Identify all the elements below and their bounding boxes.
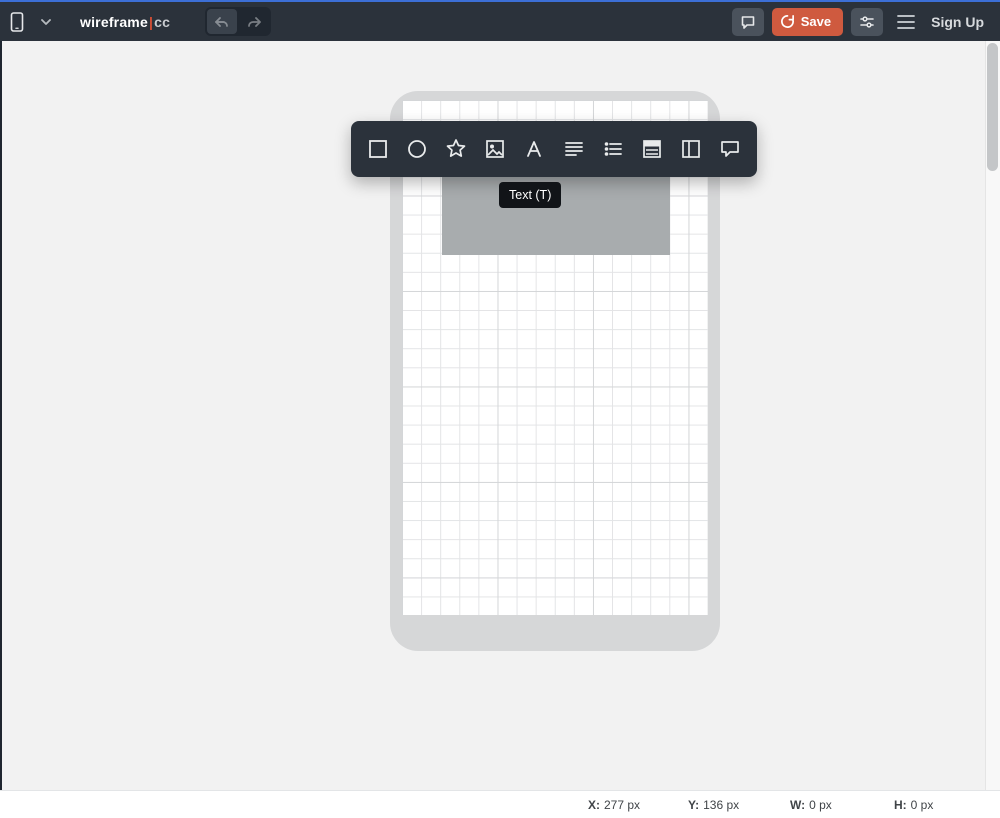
tool-annotation[interactable] bbox=[716, 129, 745, 169]
list-icon bbox=[602, 138, 624, 160]
undo-icon bbox=[214, 15, 230, 29]
phone-icon bbox=[10, 12, 24, 32]
device-screen[interactable] bbox=[402, 100, 708, 615]
status-y: Y:136 px bbox=[688, 791, 739, 818]
vertical-scrollbar-track[interactable] bbox=[985, 41, 1000, 790]
vertical-scrollbar-thumb[interactable] bbox=[987, 43, 998, 171]
tool-form[interactable] bbox=[637, 129, 666, 169]
header-left: wireframe|cc bbox=[0, 2, 170, 41]
signup-link[interactable]: Sign Up bbox=[931, 14, 984, 30]
form-icon bbox=[641, 138, 663, 160]
status-bar: X:277 px Y:136 px W:0 px H:0 px bbox=[0, 790, 1000, 818]
tool-tooltip: Text (T) bbox=[499, 182, 561, 208]
tool-image[interactable] bbox=[481, 129, 510, 169]
history-group bbox=[205, 7, 271, 36]
tool-star[interactable] bbox=[441, 129, 470, 169]
menu-button[interactable] bbox=[891, 8, 921, 36]
comments-button[interactable] bbox=[732, 8, 764, 36]
status-h: H:0 px bbox=[894, 791, 933, 818]
device-dropdown-caret[interactable] bbox=[34, 2, 58, 41]
undo-button[interactable] bbox=[207, 9, 237, 34]
image-icon bbox=[484, 138, 506, 160]
save-label: Save bbox=[801, 14, 831, 29]
tool-text[interactable] bbox=[520, 129, 549, 169]
header-right: Save Sign Up bbox=[732, 2, 990, 41]
app-logo[interactable]: wireframe|cc bbox=[80, 14, 170, 30]
redo-button[interactable] bbox=[239, 9, 269, 34]
text-icon bbox=[523, 138, 545, 160]
device-selector-button[interactable] bbox=[0, 2, 34, 41]
logo-part2: cc bbox=[154, 14, 170, 30]
redo-icon bbox=[246, 15, 262, 29]
sliders-icon bbox=[859, 14, 875, 30]
status-w: W:0 px bbox=[790, 791, 832, 818]
tool-columns[interactable] bbox=[677, 129, 706, 169]
rectangle-icon bbox=[367, 138, 389, 160]
logo-part1: wireframe bbox=[80, 14, 148, 30]
tool-paragraph[interactable] bbox=[559, 129, 588, 169]
tooltip-text: Text (T) bbox=[509, 188, 551, 202]
save-button[interactable]: Save bbox=[772, 8, 843, 36]
columns-icon bbox=[680, 138, 702, 160]
comment-icon bbox=[740, 14, 756, 30]
tool-circle[interactable] bbox=[402, 129, 431, 169]
app-header: wireframe|cc Save Sign Up bbox=[0, 2, 1000, 41]
star-icon bbox=[445, 138, 467, 160]
tool-list[interactable] bbox=[598, 129, 627, 169]
save-icon bbox=[780, 14, 795, 29]
settings-button[interactable] bbox=[851, 8, 883, 36]
circle-icon bbox=[406, 138, 428, 160]
shape-tool-palette bbox=[351, 121, 757, 177]
status-x: X:277 px bbox=[588, 791, 640, 818]
paragraph-icon bbox=[563, 138, 585, 160]
chevron-down-icon bbox=[40, 16, 52, 28]
annotation-icon bbox=[719, 138, 741, 160]
tool-rectangle[interactable] bbox=[363, 129, 392, 169]
hamburger-icon bbox=[897, 15, 915, 29]
